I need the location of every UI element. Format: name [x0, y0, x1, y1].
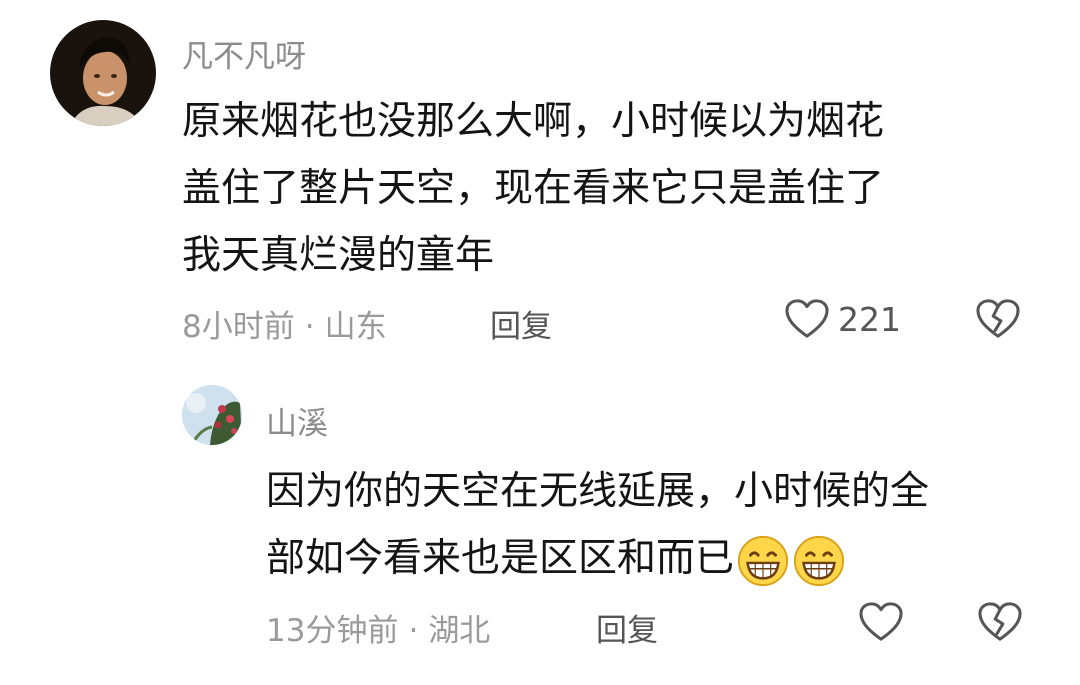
avatar-image — [182, 385, 242, 445]
reply-button[interactable]: 回复 — [596, 605, 658, 650]
like-button[interactable]: 221 — [784, 298, 901, 340]
avatar-image — [50, 20, 156, 126]
comment-text-line: 部如今看来也是区区和而已 — [266, 525, 929, 592]
grinning-face-emoji — [737, 535, 789, 586]
comment-text-line: 因为你的天空在无线延展，小时候的全 — [266, 469, 930, 514]
username[interactable]: 山溪 — [266, 398, 328, 443]
dislike-button[interactable] — [975, 298, 1021, 340]
dislike-button[interactable] — [977, 601, 1023, 643]
heart-outline-icon — [859, 602, 903, 641]
comment-text: 因为你的天空在无线延展，小时候的全 部如今看来也是区区和而已 — [266, 458, 929, 592]
avatar[interactable] — [182, 385, 242, 445]
meta-separator: · — [408, 613, 419, 649]
comment-text-segment: 部如今看来也是区区和而已 — [266, 536, 735, 581]
broken-heart-icon — [976, 299, 1020, 338]
comment-location: 山东 — [324, 309, 387, 345]
grinning-face-emoji — [793, 535, 845, 586]
comment-time: 8小时前 — [182, 309, 295, 345]
like-count: 221 — [838, 299, 901, 339]
avatar[interactable] — [50, 20, 156, 126]
comment-location: 湖北 — [428, 613, 491, 649]
broken-heart-icon — [978, 602, 1022, 641]
comment-meta: 8小时前 · 山东 — [182, 301, 387, 346]
meta-separator: · — [304, 309, 315, 345]
username[interactable]: 凡不凡呀 — [182, 31, 306, 76]
comment-meta: 13分钟前 · 湖北 — [266, 605, 490, 650]
comment-time: 13分钟前 — [266, 613, 399, 649]
heart-outline-icon — [785, 299, 829, 338]
comment-text-line: 原来烟花也没那么大啊，小时候以为烟花 — [182, 99, 885, 144]
like-button[interactable] — [858, 601, 904, 643]
reply-button[interactable]: 回复 — [490, 301, 552, 346]
comment-text-line: 我天真烂漫的童年 — [182, 233, 495, 278]
comment-text: 原来烟花也没那么大啊，小时候以为烟花 盖住了整片天空，现在看来它只是盖住了 我天… — [182, 88, 884, 289]
comment-text-line: 盖住了整片天空，现在看来它只是盖住了 — [182, 166, 885, 211]
